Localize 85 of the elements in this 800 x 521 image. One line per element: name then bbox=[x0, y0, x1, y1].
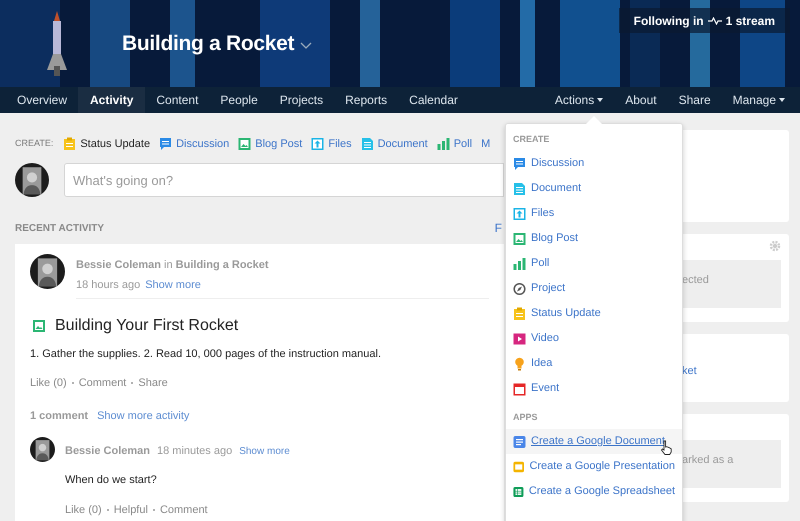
menu-item[interactable]: Create a Google Document bbox=[506, 429, 682, 454]
activity-icon bbox=[708, 16, 722, 24]
upload-icon bbox=[311, 137, 324, 151]
caret-icon bbox=[779, 98, 785, 102]
document-icon bbox=[360, 137, 374, 151]
menu-item[interactable]: Poll bbox=[506, 251, 682, 276]
avatar bbox=[30, 436, 55, 462]
speech-bubble-icon bbox=[513, 156, 526, 170]
timestamp: 18 minutes ago bbox=[156, 444, 232, 458]
clipboard-icon bbox=[63, 137, 76, 151]
menu-item[interactable]: Create a Google Spreadsheet bbox=[506, 479, 682, 504]
slides-icon bbox=[513, 460, 524, 474]
comment-count: 1 comment bbox=[30, 409, 88, 424]
video-icon bbox=[513, 332, 526, 346]
lightbulb-icon bbox=[513, 356, 526, 370]
create-link[interactable]: Document bbox=[360, 136, 428, 152]
menu-item[interactable]: Files bbox=[506, 201, 682, 226]
compass-icon bbox=[513, 282, 526, 296]
nav-tab[interactable]: About bbox=[614, 87, 668, 113]
nav-tab[interactable]: Overview bbox=[6, 87, 78, 113]
info-box: arked as a bbox=[682, 440, 781, 488]
post-action-link[interactable]: Share bbox=[138, 374, 168, 391]
nav-tab[interactable]: Actions bbox=[544, 87, 614, 113]
menu-item[interactable]: Video bbox=[506, 326, 682, 351]
menu-item[interactable]: Project bbox=[506, 276, 682, 301]
comment-action-link[interactable]: Like (0) bbox=[65, 502, 102, 518]
nav-tab[interactable]: Calendar bbox=[398, 87, 469, 113]
create-link[interactable]: Poll bbox=[436, 136, 472, 152]
menu-item[interactable]: Create a Google Presentation bbox=[506, 454, 682, 479]
create-link[interactable]: Files bbox=[311, 136, 352, 152]
nav-tab[interactable]: People bbox=[209, 87, 269, 113]
menu-item[interactable]: Event bbox=[506, 376, 682, 401]
show-more-activity-link[interactable]: Show more activity bbox=[97, 408, 190, 424]
menu-item[interactable]: Discussion bbox=[506, 151, 682, 176]
speech-bubble-icon bbox=[159, 137, 172, 151]
menu-item[interactable]: Document bbox=[506, 176, 682, 201]
post-byline: Bessie Coleman in Building a Rocket bbox=[76, 258, 270, 273]
image-frame-icon bbox=[513, 232, 526, 246]
create-link[interactable]: Blog Post bbox=[238, 136, 302, 152]
following-button[interactable]: Following in 1 stream bbox=[618, 8, 790, 33]
comment-author: Bessie Coleman bbox=[65, 444, 150, 458]
menu-item[interactable]: Status Update bbox=[506, 301, 682, 326]
menu-item[interactable]: Idea bbox=[506, 351, 682, 376]
create-label: CREATE: bbox=[15, 137, 54, 150]
status-field[interactable]: What's going on? bbox=[64, 163, 504, 197]
image-frame-icon bbox=[32, 319, 46, 333]
bar-chart-icon bbox=[513, 256, 526, 270]
avatar bbox=[15, 163, 49, 197]
comment-text: When do we start? bbox=[65, 473, 158, 488]
bar-chart-icon bbox=[436, 137, 450, 151]
create-link[interactable]: Discussion bbox=[159, 136, 230, 152]
comment-action-link[interactable]: Helpful bbox=[114, 502, 148, 518]
document-icon bbox=[513, 434, 526, 448]
show-more-link[interactable]: Show more bbox=[145, 276, 201, 293]
group-title: Building a Rocket bbox=[122, 30, 294, 57]
timestamp: 18 hours ago bbox=[76, 278, 140, 292]
create-link[interactable]: Status Update bbox=[63, 136, 150, 152]
nav-tab[interactable]: Manage bbox=[722, 87, 796, 113]
comment-action-link[interactable]: Comment bbox=[160, 502, 208, 518]
menu-heading: APPS bbox=[512, 411, 539, 424]
post-action-link[interactable]: Like (0) bbox=[30, 374, 67, 391]
nav-tab[interactable]: Reports bbox=[334, 87, 398, 113]
post-body: 1. Gather the supplies. 2. Read 10, 000 pages of the instruction manual. bbox=[30, 347, 382, 362]
image-frame-icon bbox=[238, 137, 252, 151]
calendar-icon bbox=[513, 382, 526, 396]
document-icon bbox=[513, 182, 526, 196]
menu-heading: CREATE bbox=[512, 133, 550, 146]
menu-item[interactable]: Blog Post bbox=[506, 226, 682, 251]
show-more-link[interactable]: Show more bbox=[239, 444, 290, 458]
chevron-down-icon[interactable] bbox=[300, 42, 312, 50]
create-link[interactable]: M bbox=[481, 136, 490, 152]
spreadsheet-icon bbox=[513, 484, 524, 498]
section-heading: RECENT ACTIVITY bbox=[15, 222, 104, 236]
caret-icon bbox=[597, 98, 604, 102]
avatar bbox=[30, 254, 65, 289]
post-action-link[interactable]: Comment bbox=[78, 374, 126, 391]
post-title[interactable]: Building Your First Rocket bbox=[55, 314, 238, 338]
upload-icon bbox=[513, 206, 526, 220]
nav-tab[interactable]: Share bbox=[668, 87, 722, 113]
clipboard-icon bbox=[513, 306, 526, 320]
info-box: ected bbox=[682, 260, 781, 308]
filter-link[interactable]: F bbox=[494, 219, 502, 237]
nav-tab[interactable]: Projects bbox=[268, 87, 334, 113]
nav-tab[interactable]: Content bbox=[145, 87, 210, 113]
nav-tab[interactable]: Activity bbox=[78, 87, 146, 113]
